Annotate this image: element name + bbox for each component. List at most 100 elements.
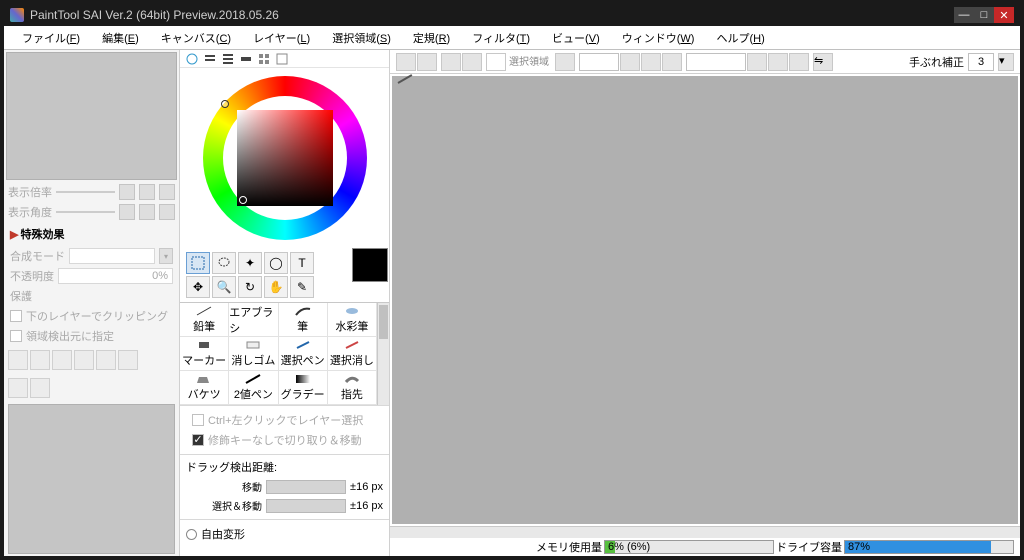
zoom-plus-button[interactable] — [139, 184, 155, 200]
rgb-slider-icon[interactable] — [204, 53, 216, 65]
close-button[interactable]: ✕ — [994, 7, 1014, 23]
layer-list[interactable] — [8, 404, 175, 554]
brush-binary[interactable]: 2値ペン — [229, 371, 278, 405]
layer-extra2-button[interactable] — [30, 378, 50, 398]
menu-select[interactable]: 選択領域(S) — [322, 27, 401, 49]
layer-extra1-button[interactable] — [8, 378, 28, 398]
sv-square[interactable] — [237, 110, 333, 206]
zoom-tool[interactable]: 🔍 — [212, 276, 236, 298]
mirror-button[interactable]: ⇋ — [813, 53, 833, 71]
selmove-slider[interactable] — [266, 499, 346, 513]
hue-marker-icon[interactable] — [221, 100, 229, 108]
menu-canvas[interactable]: キャンバス(C) — [151, 27, 241, 49]
navigator-preview[interactable] — [6, 52, 177, 180]
rot-reset-button[interactable] — [789, 53, 809, 71]
magic-wand-tool[interactable]: ✦ — [238, 252, 262, 274]
zoom-fit-button[interactable] — [662, 53, 682, 71]
stabilizer-field[interactable]: 3 — [968, 53, 994, 71]
menu-filter[interactable]: フィルタ(T) — [462, 27, 540, 49]
modkey-checkbox[interactable]: ✓ — [192, 434, 204, 446]
menu-layer[interactable]: レイヤー(L) — [243, 27, 320, 49]
shape-tool[interactable]: ◯ — [264, 252, 288, 274]
zoom-slider[interactable] — [56, 191, 115, 193]
blend-mode-select[interactable] — [69, 248, 155, 264]
rect-select-tool[interactable] — [186, 252, 210, 274]
brush-marker[interactable]: マーカー — [180, 337, 229, 371]
brush-watercolor[interactable]: 水彩筆 — [328, 303, 377, 337]
move-tool[interactable]: ✥ — [186, 276, 210, 298]
menu-file[interactable]: ファイル(F) — [12, 27, 90, 49]
menu-window[interactable]: ウィンドウ(W) — [612, 27, 705, 49]
text-tool[interactable]: T — [290, 252, 314, 274]
deselect-button[interactable] — [441, 53, 461, 71]
flip-h-button[interactable] — [555, 53, 575, 71]
maximize-button[interactable]: □ — [974, 7, 994, 23]
titlebar: PaintTool SAI Ver.2 (64bit) Preview.2018… — [4, 4, 1020, 26]
rot-cw-button[interactable] — [768, 53, 788, 71]
angle-slider[interactable] — [56, 211, 115, 213]
menu-view[interactable]: ビュー(V) — [542, 27, 610, 49]
menu-help[interactable]: ヘルプ(H) — [706, 27, 774, 49]
brush-smudge[interactable]: 指先 — [328, 371, 377, 405]
canvas-h-scrollbar[interactable] — [390, 526, 1020, 538]
hsv-slider-icon[interactable] — [222, 53, 234, 65]
brush-selectpen[interactable]: 選択ペン — [279, 337, 328, 371]
undo-button[interactable] — [396, 53, 416, 71]
show-sel-button[interactable] — [486, 53, 506, 71]
angle-cw-button[interactable] — [139, 204, 155, 220]
merge-down-button[interactable] — [74, 350, 94, 370]
angle-reset-button[interactable] — [159, 204, 175, 220]
move-slider[interactable] — [266, 480, 346, 494]
menu-edit[interactable]: 編集(E) — [92, 27, 149, 49]
canvas-area[interactable] — [392, 76, 1018, 524]
brush-brush[interactable]: 筆 — [279, 303, 328, 337]
brush-selecterase[interactable]: 選択消し — [328, 337, 377, 371]
angle-ccw-button[interactable] — [119, 204, 135, 220]
stabilizer-dropdown-icon[interactable]: ▾ — [998, 53, 1014, 71]
brush-airbrush[interactable]: エアブラシ — [229, 303, 278, 337]
layer-buttons — [4, 346, 179, 374]
rot-ccw-button[interactable] — [747, 53, 767, 71]
hand-tool[interactable]: ✋ — [264, 276, 288, 298]
zoom-dropdown[interactable] — [579, 53, 619, 71]
color-wheel[interactable] — [203, 76, 367, 240]
angle-dropdown[interactable] — [686, 53, 746, 71]
zoom-reset-button[interactable] — [159, 184, 175, 200]
zoom-in-button[interactable] — [641, 53, 661, 71]
layer-mask-button[interactable] — [52, 350, 72, 370]
brush-bucket[interactable]: バケツ — [180, 371, 229, 405]
invert-sel-button[interactable] — [462, 53, 482, 71]
zoom-out-button[interactable] — [620, 53, 640, 71]
canvas-toolbar: 選択領域 ⇋ 手ぶれ補正 3 ▾ — [390, 50, 1020, 74]
brush-eraser[interactable]: 消しゴム — [229, 337, 278, 371]
foreground-swatch[interactable] — [352, 248, 388, 282]
sv-marker-icon[interactable] — [239, 196, 247, 204]
redo-button[interactable] — [417, 53, 437, 71]
fx-section-header[interactable]: ▶特殊効果 — [4, 222, 179, 246]
menu-ruler[interactable]: 定規(R) — [403, 27, 460, 49]
delete-layer-button[interactable] — [118, 350, 138, 370]
zoom-minus-button[interactable] — [119, 184, 135, 200]
freeform-radio[interactable] — [186, 529, 197, 540]
app-window: PaintTool SAI Ver.2 (64bit) Preview.2018… — [0, 0, 1024, 560]
new-folder-button[interactable] — [30, 350, 50, 370]
clear-layer-button[interactable] — [96, 350, 116, 370]
eyedropper-tool[interactable]: ✎ — [290, 276, 314, 298]
ctrl-click-checkbox[interactable] — [192, 414, 204, 426]
opacity-field[interactable]: 0% — [58, 268, 173, 284]
minimize-button[interactable]: — — [954, 7, 974, 23]
brush-gradient[interactable]: グラデー — [279, 371, 328, 405]
clip-checkbox[interactable] — [10, 310, 22, 322]
blend-mode-dropdown-icon[interactable]: ▾ — [159, 248, 173, 264]
new-layer-button[interactable] — [8, 350, 28, 370]
lasso-tool[interactable] — [212, 252, 236, 274]
brush-scrollbar[interactable] — [377, 303, 389, 405]
gray-slider-icon[interactable] — [240, 53, 252, 65]
ref-checkbox[interactable] — [10, 330, 22, 342]
rotate-tool[interactable]: ↻ — [238, 276, 262, 298]
scratchpad-icon[interactable] — [276, 53, 288, 65]
wheel-mode-icon[interactable] — [186, 53, 198, 65]
palette-icon[interactable] — [258, 53, 270, 65]
brush-pencil[interactable]: 鉛筆 — [180, 303, 229, 337]
app-icon — [10, 8, 24, 22]
